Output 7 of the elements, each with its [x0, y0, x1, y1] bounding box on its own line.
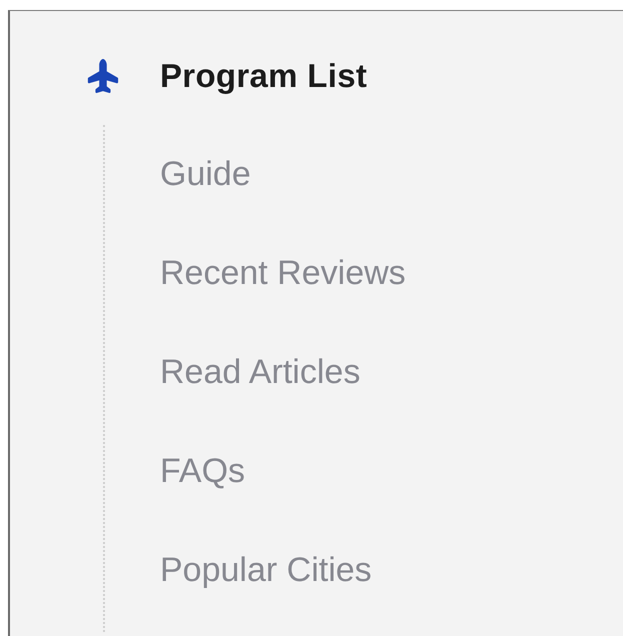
nav-link[interactable]: Guide — [160, 125, 406, 224]
nav-link[interactable]: Recent Reviews — [160, 224, 406, 323]
nav-link[interactable]: Popular Cities — [160, 521, 406, 620]
nav-link[interactable]: Read Articles — [160, 323, 406, 422]
section-heading: Program List — [160, 57, 368, 95]
airplane-icon — [86, 59, 120, 93]
nav-link[interactable]: FAQs — [160, 422, 406, 521]
